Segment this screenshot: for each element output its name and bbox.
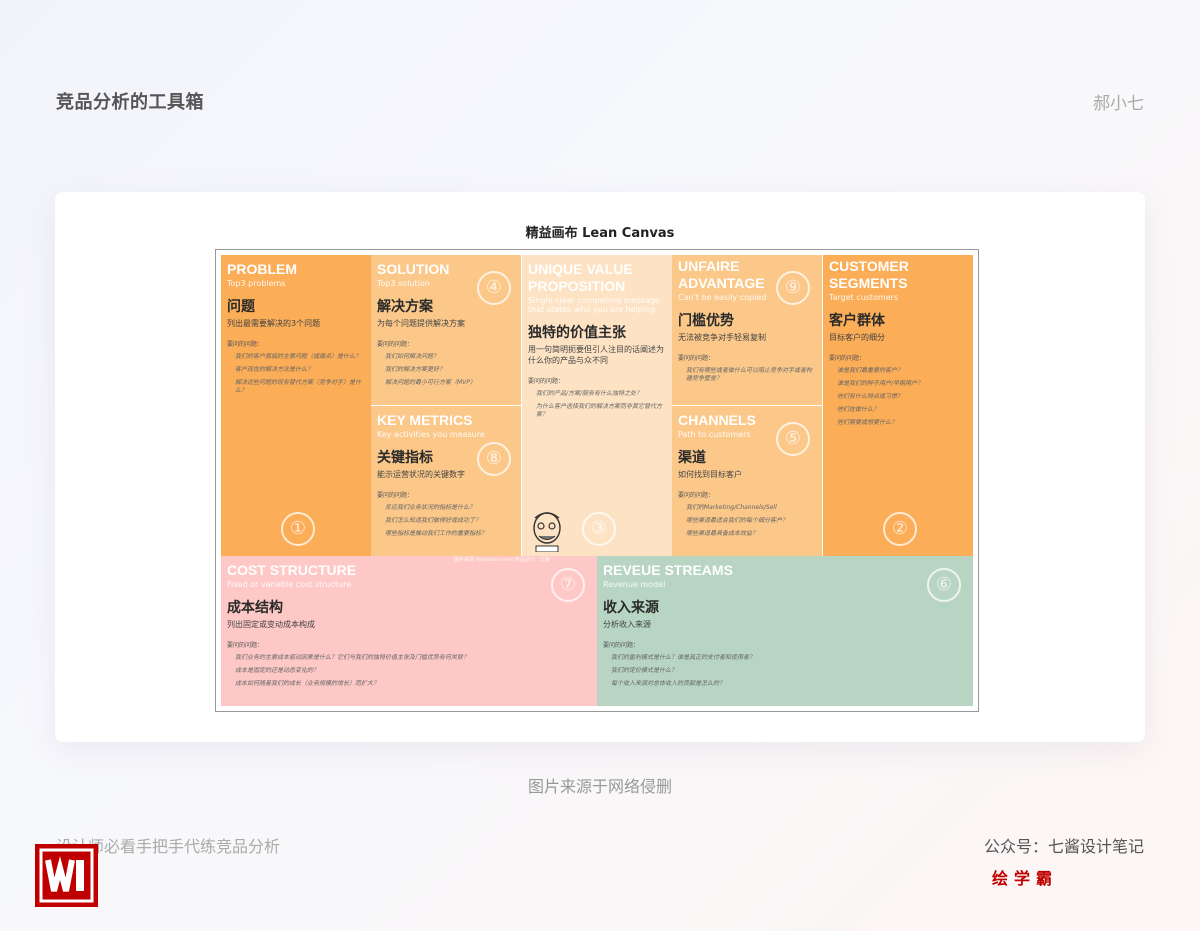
unfair-question: 我们有哪些或者做什么可以阻止竞争对手或者构建竞争壁垒？ xyxy=(686,367,813,382)
revenue-desc: 分析收入来源 xyxy=(603,620,651,629)
revenue-questions-heading: 要问的问题： xyxy=(603,642,640,649)
revenue-question: 我们的盈利模式是什么？谁是真正的支付者和使用者？ xyxy=(611,654,756,661)
revenue-question: 每个收入来源对总体收入的贡献是怎么的？ xyxy=(611,680,726,687)
segments-question: 他们有什么特点或习惯？ xyxy=(837,393,904,400)
uvp-en: UNIQUE VALUE PROPOSITION xyxy=(528,261,633,294)
metrics-question: 哪些指标是推动我们工作的重要指标？ xyxy=(385,530,488,537)
uvp-questions-heading: 要问的问题： xyxy=(528,378,565,385)
uvp-cn: 独特的价值主张 xyxy=(528,325,626,341)
problem-sub: Top3 problems xyxy=(227,279,286,288)
segments-question: 谁是我们最重要的客户？ xyxy=(837,367,904,374)
metrics-number: ⑧ xyxy=(477,442,511,476)
cartoon-face-icon xyxy=(533,512,561,552)
revenue-number: ⑥ xyxy=(927,568,961,602)
uvp-cell: UNIQUE VALUE PROPOSITION Single clear co… xyxy=(522,255,672,556)
cost-cell: COST STRUCTURE Fixed or variable cost st… xyxy=(221,556,597,706)
revenue-question: 我们的定价模式是什么？ xyxy=(611,667,678,674)
problem-desc: 列出最需要解决的3个问题 xyxy=(227,319,321,328)
page-title: 竞品分析的工具箱 xyxy=(56,92,204,113)
cost-en: COST STRUCTURE xyxy=(227,562,357,578)
channels-cell: CHANNELS Path to customers 渠道 如何找到目标客户 要… xyxy=(672,406,822,556)
channels-question: 我们的Marketing/Channels/Sell xyxy=(686,504,777,511)
unfair-desc: 无法被竞争对手轻易复制 xyxy=(678,333,766,342)
unfair-questions-heading: 要问的问题： xyxy=(678,355,715,362)
solution-question: 我们如何解决问题？ xyxy=(385,353,440,360)
cost-desc: 列出固定或变动成本构成 xyxy=(227,620,315,629)
channels-questions-heading: 要问的问题： xyxy=(678,492,715,499)
revenue-cell: REVEUE STREAMS Revenue model 收入来源 分析收入来源… xyxy=(597,556,973,706)
segments-number: ② xyxy=(883,512,917,546)
metrics-cell: KEY METRICS Key activities you measure 关… xyxy=(371,406,521,556)
brand-logo-icon xyxy=(35,844,98,907)
problem-questions-heading: 要问的问题： xyxy=(227,341,264,348)
segments-question: 他们需要或想要什么？ xyxy=(837,419,898,426)
channels-question: 哪些渠道最具备成本效益？ xyxy=(686,530,759,537)
segments-cn: 客户群体 xyxy=(829,313,885,329)
image-caption: 图片来源于网络侵删 xyxy=(527,777,672,796)
uvp-question: 为什么客户选择我们的解决方案而非其它替代方案？ xyxy=(536,403,663,418)
cost-questions-heading: 要问的问题： xyxy=(227,642,264,649)
unfair-number: ⑨ xyxy=(776,271,810,305)
metrics-questions-heading: 要问的问题： xyxy=(377,492,414,499)
unfair-cell: UNFAIRE ADVANTAGE Can't be easily copied… xyxy=(672,255,822,405)
uvp-question: 我们的产品/方案/服务有什么独特之处？ xyxy=(536,390,643,397)
cost-cn: 成本结构 xyxy=(227,600,283,616)
solution-desc: 为每个问题提供解决方案 xyxy=(377,319,465,328)
metrics-question: 我们怎么知道我们做得好或成功了？ xyxy=(385,517,482,524)
footer-account: 公众号：七酱设计笔记 xyxy=(983,837,1144,856)
problem-question: 客户现在的解决方法是什么？ xyxy=(235,366,314,373)
solution-number: ④ xyxy=(477,271,511,305)
segments-question: 谁是我们的种子用户/早期用户？ xyxy=(837,380,924,387)
metrics-question: 反应我们业务状况的指标是什么？ xyxy=(385,504,476,511)
problem-en: PROBLEM xyxy=(227,261,297,277)
metrics-sub: Key activities you measure xyxy=(377,430,485,439)
uvp-number: ③ xyxy=(582,512,616,546)
cost-sub: Fixed or variable cost structure xyxy=(227,580,352,589)
unfair-en: UNFAIRE ADVANTAGE xyxy=(678,258,765,291)
cost-question: 成本如何随着我们的成长（业务规模的增长）而扩大？ xyxy=(235,680,380,687)
lean-canvas: PROBLEM Top3 problems 问题 列出最需要解决的3个问题 要问… xyxy=(215,249,979,712)
problem-cell: PROBLEM Top3 problems 问题 列出最需要解决的3个问题 要问… xyxy=(221,255,371,556)
channels-desc: 如何找到目标客户 xyxy=(678,470,742,479)
canvas-watermark: 图片来源 Processon.com 作品设计：文静 xyxy=(454,557,550,563)
segments-desc: 目标客户的细分 xyxy=(829,333,885,342)
unfair-cn: 门槛优势 xyxy=(678,313,734,329)
segments-question: 他们在做什么？ xyxy=(837,406,880,413)
channels-number: ⑤ xyxy=(776,422,810,456)
segments-cell: CUSTOMER SEGMENTS Target customers 客户群体 … xyxy=(823,255,973,556)
cost-number: ⑦ xyxy=(551,568,585,602)
segments-sub: Target customers xyxy=(829,293,899,302)
metrics-en: KEY METRICS xyxy=(377,412,473,428)
uvp-sub: Single clear compelling message that sta… xyxy=(528,296,660,314)
segments-questions-heading: 要问的问题： xyxy=(829,355,866,362)
solution-cell: SOLUTION Top3 solution 解决方案 为每个问题提供解决方案 … xyxy=(371,255,521,405)
image-card: 精益画布 Lean Canvas PROBLEM Top3 problems 问… xyxy=(55,192,1145,742)
problem-cn: 问题 xyxy=(227,299,255,315)
author-name: 郝小七 xyxy=(1093,94,1144,114)
revenue-cn: 收入来源 xyxy=(603,600,659,616)
revenue-sub: Revenue model xyxy=(603,580,666,589)
segments-en: CUSTOMER SEGMENTS xyxy=(829,258,909,291)
channels-question: 哪些渠道最适合我们的每个细分客户？ xyxy=(686,517,789,524)
problem-question: 解决这些问题的现有替代方案（竞争对手）是什么？ xyxy=(235,379,362,394)
problem-question: 我们的客户面临的主要问题（或痛点）是什么？ xyxy=(235,353,362,360)
revenue-en: REVEUE STREAMS xyxy=(603,562,733,578)
solution-questions-heading: 要问的问题： xyxy=(377,341,414,348)
cost-question: 成本是固定的还是动态变化的？ xyxy=(235,667,320,674)
problem-number: ① xyxy=(281,512,315,546)
uvp-desc: 用一句简明扼要但引人注目的话阐述为什么你的产品与众不同 xyxy=(528,345,664,365)
brand-name: 绘学霸 xyxy=(992,869,1059,888)
cost-question: 我们业务的主要成本驱动因素是什么？它们与我们的独特价值主张及门槛优势有何关联？ xyxy=(235,654,470,661)
solution-question: 我们的解决方案更好？ xyxy=(385,366,446,373)
solution-question: 解决问题的最小可行方案（MVP） xyxy=(385,379,476,386)
canvas-title: 精益画布 Lean Canvas xyxy=(525,226,675,241)
